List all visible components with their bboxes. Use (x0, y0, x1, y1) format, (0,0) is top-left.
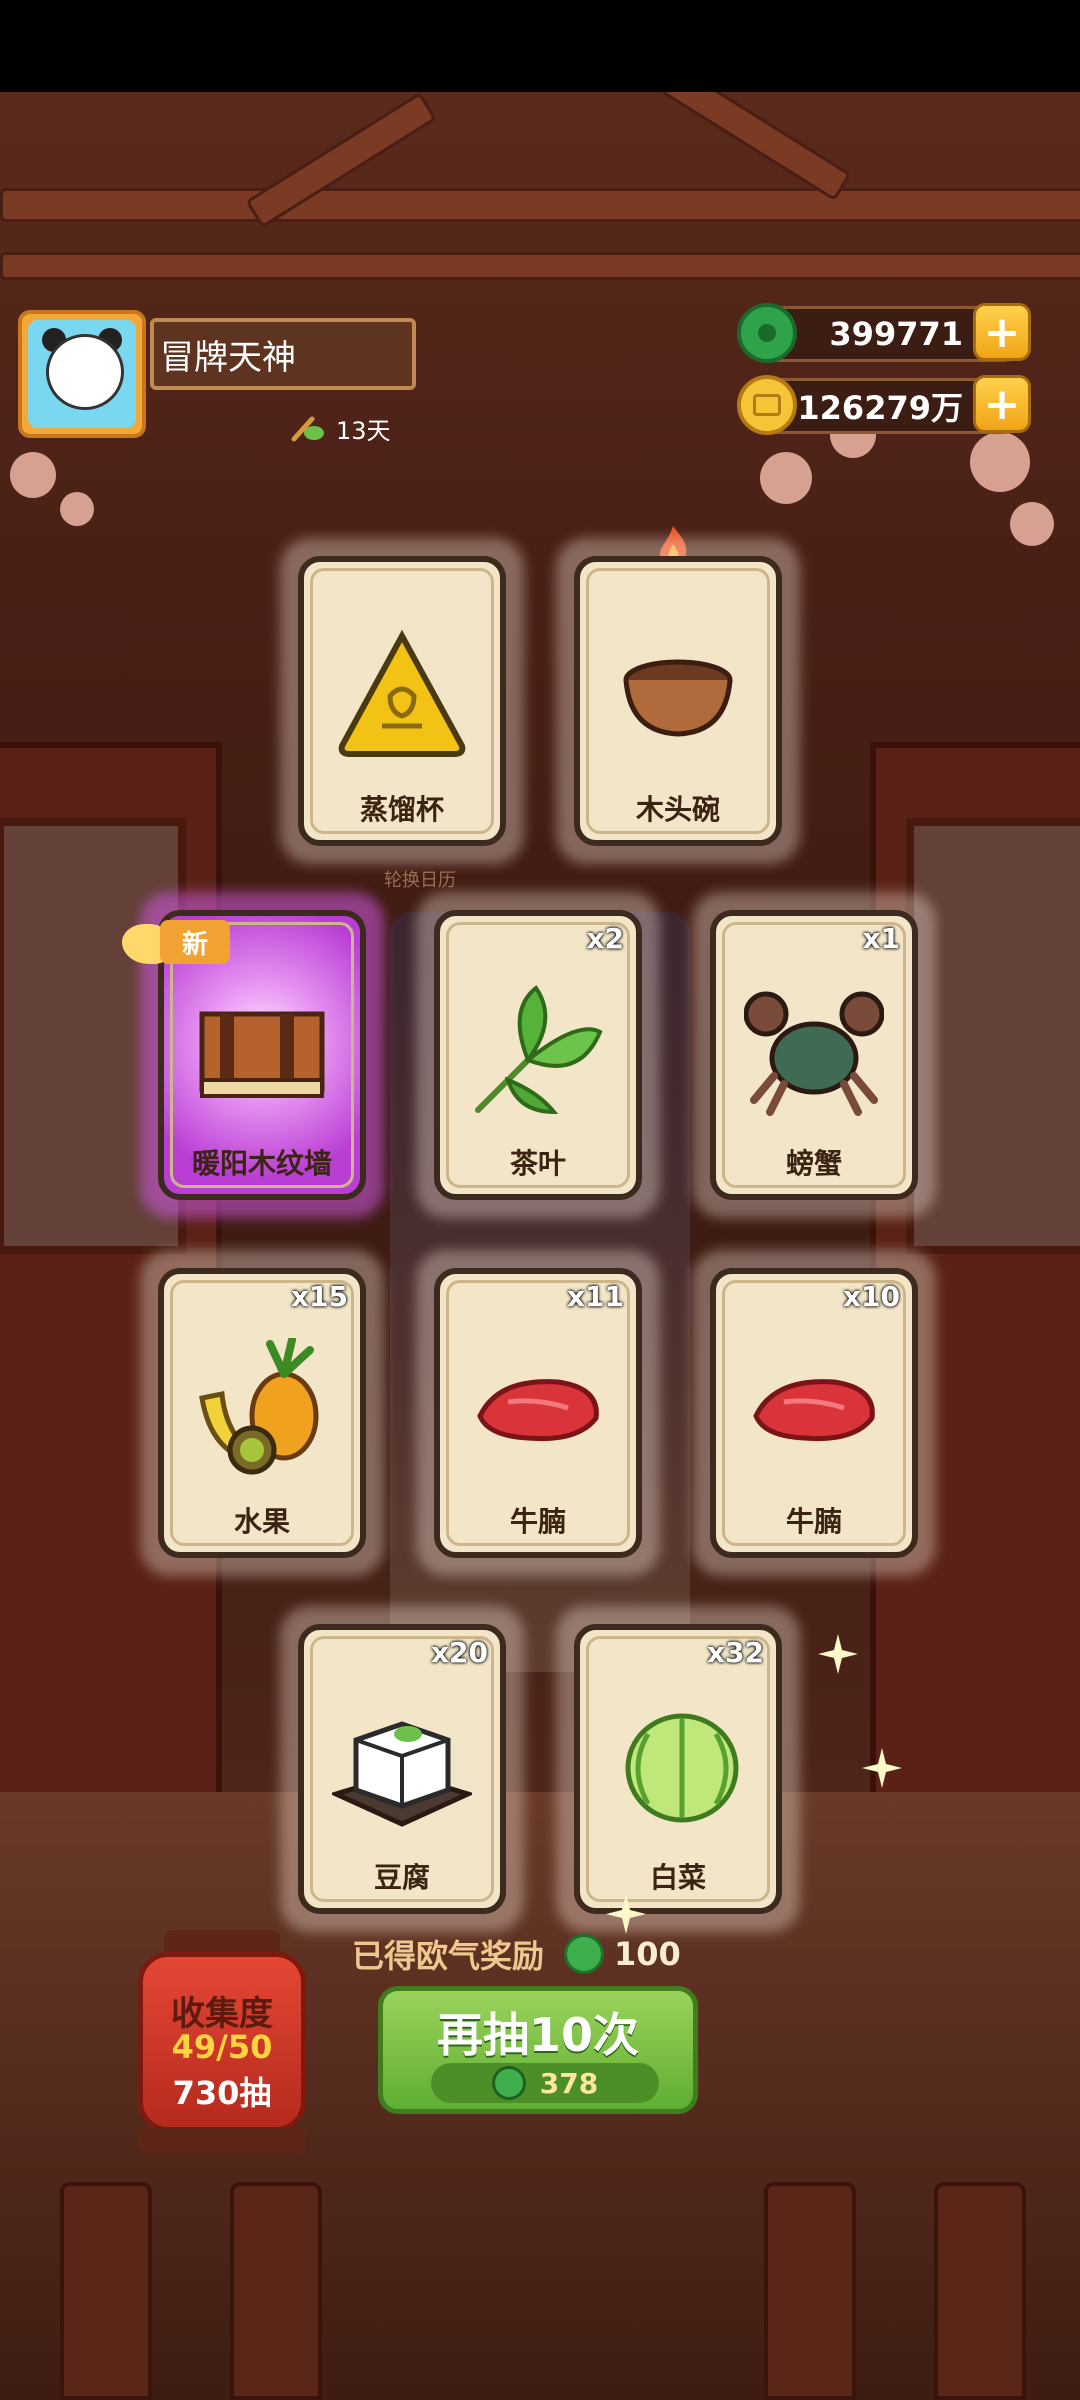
cabbage-icon (625, 1713, 739, 1823)
sparkle-icon (606, 1894, 646, 1934)
jade-currency: 399771 + (737, 303, 1031, 363)
card-count: x1 (862, 922, 900, 955)
add-gold-button[interactable]: + (973, 375, 1031, 433)
jade-coin-icon (564, 1934, 605, 1974)
player-avatar[interactable] (18, 310, 146, 438)
reward-label: 已得欧气奖励 (352, 1937, 545, 1975)
card-label: 螃蟹 (785, 1147, 842, 1180)
card-label: 暖阳木纹墙 (191, 1147, 332, 1180)
jade-coin-icon (491, 2066, 526, 2100)
new-badge-label: 新 (160, 920, 230, 964)
login-days: 13天 (290, 408, 391, 448)
draw-cost: 378 (431, 2063, 659, 2103)
reward-info: 已得欧气奖励 100 (352, 1930, 681, 1978)
beef-icon (753, 1379, 875, 1442)
card-count: x2 (586, 922, 624, 955)
card-label: 蒸馏杯 (359, 793, 444, 826)
card-cabbage[interactable]: x32 白菜 (556, 1606, 800, 1932)
new-badge: 新 (122, 916, 242, 972)
jade-coin-icon (737, 303, 797, 363)
draw-cost-value: 378 (539, 2066, 599, 2100)
days-label: 13天 (336, 416, 391, 445)
card-label: 木头碗 (635, 793, 720, 826)
status-bar (0, 0, 1080, 92)
wood-wall-icon (199, 1011, 325, 1098)
collection-lantern[interactable]: 收集度 49/50 730抽 (138, 1930, 306, 2158)
card-label: 牛腩 (785, 1505, 842, 1538)
card-beef-2[interactable]: x10 牛腩 (692, 1250, 936, 1576)
tofu-icon (332, 1721, 472, 1827)
distill-cup-icon (338, 629, 466, 757)
card-wooden-bowl[interactable]: 木头碗 (556, 538, 800, 864)
card-label: 牛腩 (509, 1505, 566, 1538)
card-tofu[interactable]: x20 豆腐 (280, 1606, 524, 1932)
roof-rafter (660, 92, 852, 202)
card-fruit[interactable]: x15 水果 (140, 1250, 384, 1576)
watermark-text: 轮换日历 (384, 870, 456, 891)
card-count: x11 (566, 1280, 624, 1313)
panda-avatar-icon (28, 320, 136, 428)
card-label: 水果 (233, 1505, 290, 1538)
add-jade-button[interactable]: + (973, 303, 1031, 361)
sparkle-icon (818, 1634, 858, 1674)
card-wood-wall[interactable]: 新 暖阳木纹墙 (122, 892, 384, 1218)
wooden-bowl-icon (623, 659, 733, 737)
card-count: x20 (430, 1636, 488, 1669)
collection-draws: 730抽 (172, 2074, 272, 2112)
roof-beam (0, 252, 1080, 280)
fruit-icon (199, 1338, 319, 1475)
player-name[interactable]: 冒牌天神 (150, 318, 416, 390)
card-label: 豆腐 (373, 1861, 430, 1894)
card-beef-1[interactable]: x11 牛腩 (416, 1250, 660, 1576)
draw-again-button[interactable]: 再抽10次 378 (378, 1986, 698, 2114)
collection-progress: 49/50 (171, 2028, 273, 2066)
card-count: x32 (706, 1636, 764, 1669)
sparkle-icon (862, 1748, 902, 1788)
draw-button-label: 再抽10次 (436, 2008, 639, 2062)
card-tea-leaf[interactable]: x2 茶叶 (416, 892, 660, 1218)
gold-currency: 126279万 + (737, 375, 1031, 435)
card-count: x10 (842, 1280, 900, 1313)
crab-icon (744, 991, 884, 1116)
card-label: 茶叶 (509, 1147, 566, 1180)
jade-value: 399771 (829, 315, 963, 353)
sprout-icon (291, 416, 324, 442)
card-label: 白菜 (649, 1861, 706, 1894)
gold-coin-icon (737, 375, 797, 435)
beef-icon (477, 1379, 599, 1442)
reward-value: 100 (614, 1935, 681, 1973)
card-distill-cup[interactable]: 蒸馏杯 (280, 538, 524, 864)
card-crab[interactable]: x1 螃蟹 (692, 892, 936, 1218)
tea-leaf-icon (475, 985, 603, 1115)
card-count: x15 (290, 1280, 348, 1313)
roof-beam (0, 188, 1080, 222)
gold-value: 126279万 (797, 389, 963, 427)
